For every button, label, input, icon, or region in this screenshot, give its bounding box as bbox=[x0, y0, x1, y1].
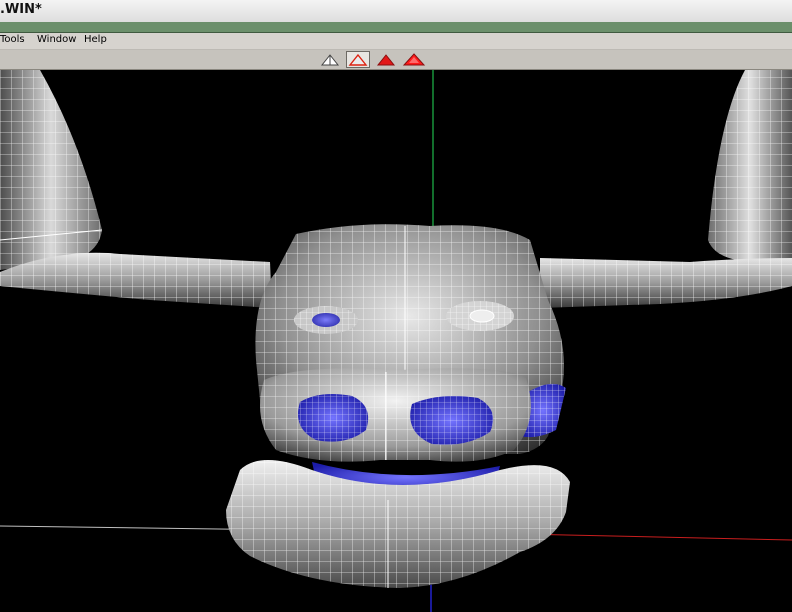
menu-help[interactable]: Help bbox=[84, 34, 107, 45]
window-title: .WIN* bbox=[0, 2, 42, 17]
window-accent-bar bbox=[0, 22, 792, 33]
menu-tools[interactable]: Tools bbox=[0, 34, 25, 45]
shade-smooth-button[interactable] bbox=[374, 51, 398, 68]
shade-wireframe-icon bbox=[320, 53, 340, 65]
shade-textured-icon bbox=[402, 52, 426, 65]
menu-bar: Tools Window Help bbox=[0, 33, 792, 50]
shade-flat-button[interactable] bbox=[346, 51, 370, 68]
shade-smooth-icon bbox=[376, 53, 396, 65]
shade-flat-icon bbox=[348, 53, 368, 66]
muzzle-mesh bbox=[260, 368, 531, 462]
shade-textured-button[interactable] bbox=[402, 51, 426, 68]
shading-toolbar bbox=[0, 50, 792, 70]
right-horn bbox=[708, 70, 792, 262]
title-bar: .WIN* bbox=[0, 0, 792, 23]
menu-window[interactable]: Window bbox=[37, 34, 76, 45]
3d-viewport[interactable] bbox=[0, 70, 792, 612]
left-horn bbox=[0, 70, 103, 270]
viewport-scene bbox=[0, 70, 792, 612]
shade-wireframe-button[interactable] bbox=[318, 51, 342, 68]
